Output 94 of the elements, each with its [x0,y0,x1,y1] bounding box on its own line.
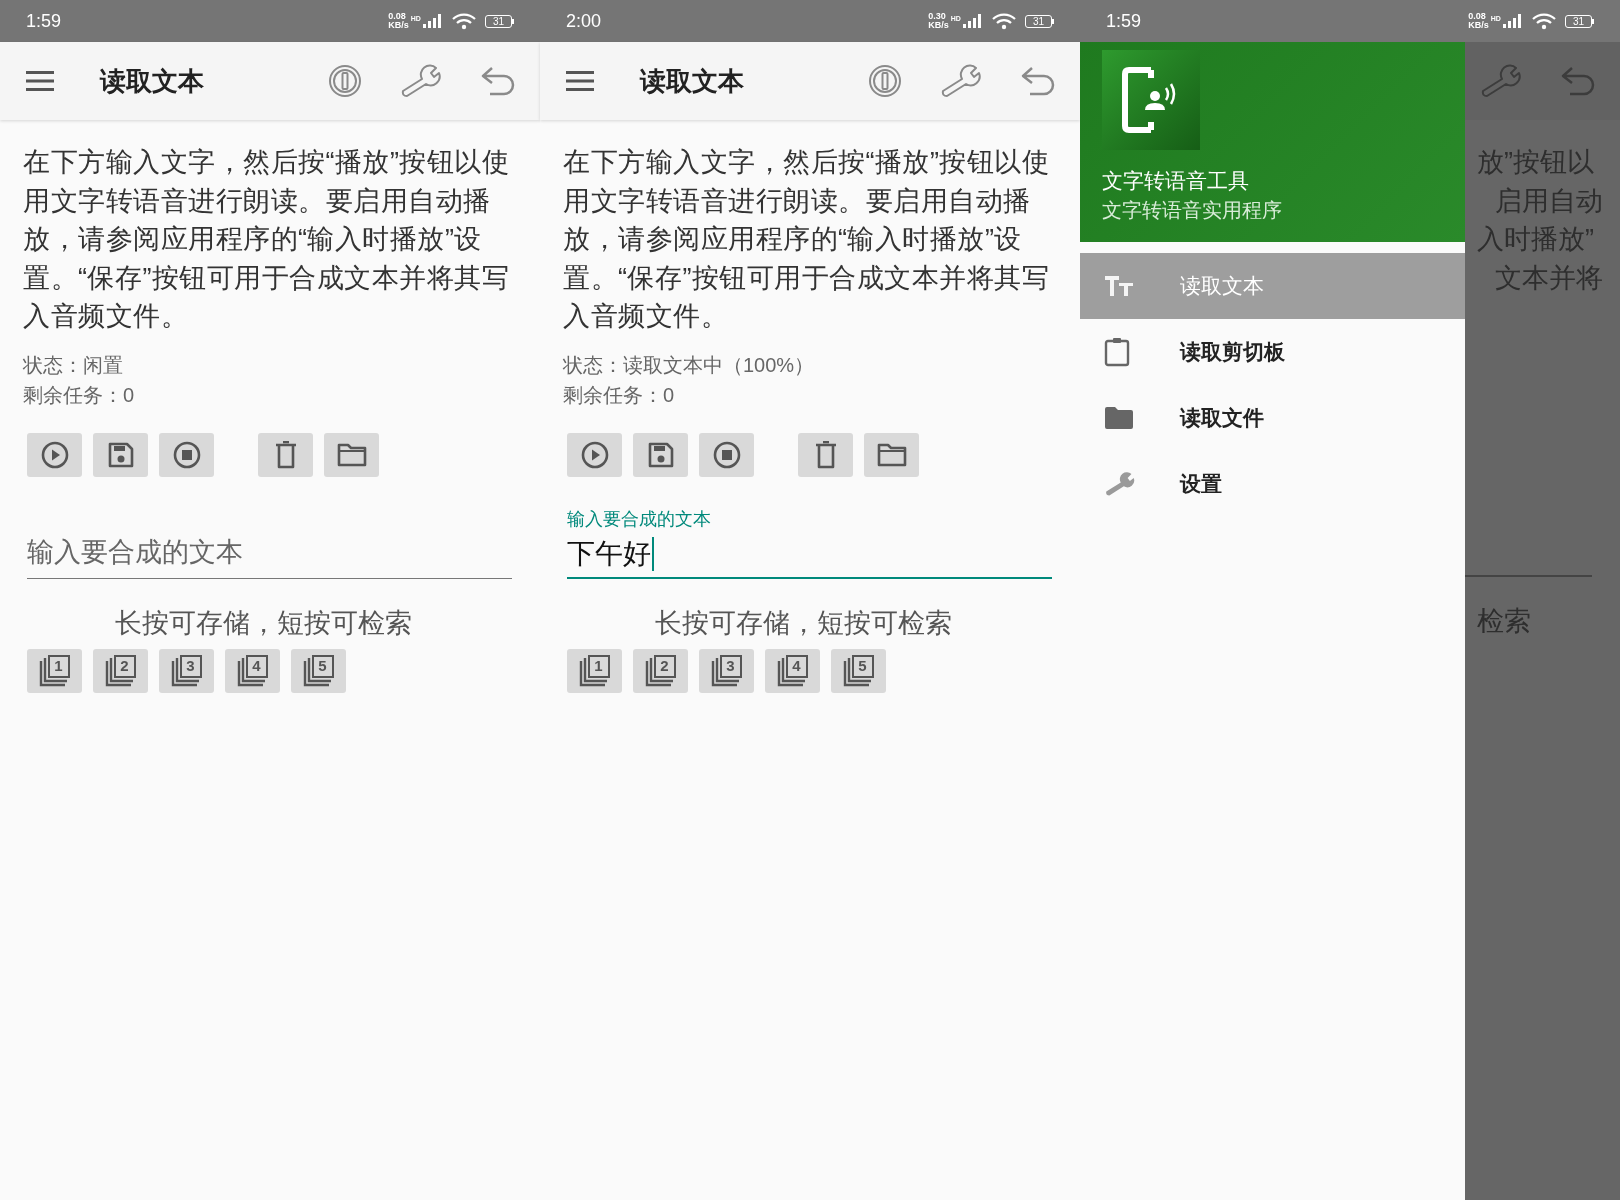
clock-time: 2:00 [566,9,602,33]
folder-icon [1104,406,1134,430]
folder-button[interactable] [864,432,919,477]
wrench-button[interactable] [940,64,982,98]
app-name: 文字转语音工具 [1102,168,1250,194]
memory-slot-button[interactable]: 3 [159,649,214,693]
folder-icon [336,442,367,467]
remaining-tasks-text: 剩余任务：0 [563,382,676,408]
info-icon [868,64,902,98]
field-placeholder: 输入要合成的文本 [27,535,244,569]
speed-unit: KB/s [928,21,949,30]
hint-fragment: 检索 [1476,604,1532,638]
instructions-fragment: 文本并将 [1494,261,1604,295]
save-button[interactable] [93,432,148,477]
save-icon [107,441,134,468]
memory-slot-button[interactable]: 1 [27,649,82,693]
wifi-icon [450,12,477,30]
play-button[interactable] [567,432,622,477]
memory-slot-button[interactable]: 4 [765,649,820,693]
instructions-fragment: 放”按钮以 [1477,146,1595,179]
memory-slot-button[interactable]: 5 [291,649,346,693]
trash-button[interactable] [798,432,853,477]
folder-icon [876,442,907,467]
wrench-icon [1104,471,1136,497]
instructions-text: 在下方输入文字，然后按“播放”按钮以使用文字转语音进行朗读。要启用自动播放，请参阅应用程序的“输入时播放”设置。“保存”按钮可用于合成文本并将其写入音频文件。 [563,146,1051,333]
trash-icon [814,440,837,469]
field-label: 输入要合成的文本 [567,507,712,531]
play-icon [40,440,69,469]
undo-icon [1020,65,1056,97]
slot-hint-text: 长按可存储，短按可检索 [115,606,413,640]
clock-time: 1:59 [1106,9,1142,33]
network-speed: 0.08 [388,12,407,21]
drawer-item[interactable]: 读取剪切板 [1080,319,1465,385]
undo-button[interactable] [1020,65,1056,97]
wrench-button[interactable] [400,64,442,98]
drawer-item[interactable]: 读取文本 [1080,253,1465,319]
memory-slot-button[interactable]: 5 [831,649,886,693]
battery-indicator: 31 [1024,14,1052,28]
stop-icon [712,440,741,469]
info-button[interactable] [328,64,362,98]
save-icon [647,441,674,468]
undo-icon [1560,65,1596,97]
field-value: 下午好 [567,536,651,571]
play-icon [580,440,609,469]
stop-icon [172,440,201,469]
menu-button[interactable] [25,69,55,93]
info-icon [328,64,362,98]
clock-time: 1:59 [26,9,62,33]
status-text: 状态：闲置 [23,352,124,378]
drawer-item[interactable]: 读取文件 [1080,385,1465,451]
folder-button[interactable] [324,432,379,477]
text-input-field[interactable]: 输入要合成的文本 [27,488,512,579]
screen-title: 读取文本 [100,64,204,98]
undo-icon [480,65,516,97]
memory-slot-button[interactable]: 2 [93,649,148,693]
memory-slot-button[interactable]: 3 [699,649,754,693]
menu-icon [566,70,594,92]
remaining-tasks-text: 剩余任务：0 [23,382,136,408]
menu-button[interactable] [565,69,595,93]
trash-icon [274,440,297,469]
stop-button[interactable] [159,432,214,477]
text-size-icon [1104,275,1134,297]
battery-indicator: 31 [484,14,512,28]
app-subtitle: 文字转语音实用程序 [1102,198,1283,223]
battery-indicator: 31 [1564,14,1592,28]
text-input-field[interactable]: 输入要合成的文本 下午好 [567,488,1052,579]
play-button[interactable] [27,432,82,477]
memory-slot-button[interactable]: 4 [225,649,280,693]
text-cursor [652,536,654,571]
network-speed: 0.30 [928,12,947,21]
instructions-fragment: 启用自动 [1494,184,1604,218]
screen-title: 读取文本 [640,64,744,98]
memory-slot-button[interactable]: 2 [633,649,688,693]
trash-button[interactable] [258,432,313,477]
slot-hint-text: 长按可存储，短按可检索 [655,606,953,640]
speed-unit: KB/s [1468,21,1489,30]
drawer-item[interactable]: 设置 [1080,451,1465,517]
save-button[interactable] [633,432,688,477]
status-text: 状态：读取文本中（100%） [563,352,816,378]
stop-button[interactable] [699,432,754,477]
info-button[interactable] [868,64,902,98]
speed-unit: KB/s [388,21,409,30]
wrench-icon [940,64,982,98]
network-speed: 0.08 [1468,12,1487,21]
wrench-icon [1480,64,1522,98]
wifi-icon [990,12,1017,30]
wrench-icon [400,64,442,98]
wifi-icon [1530,12,1557,30]
menu-icon [26,70,54,92]
undo-button[interactable] [480,65,516,97]
instructions-fragment: 入时播放” [1477,223,1595,256]
instructions-text: 在下方输入文字，然后按“播放”按钮以使用文字转语音进行朗读。要启用自动播放，请参阅应用程序的“输入时播放”设置。“保存”按钮可用于合成文本并将其写入音频文件。 [23,146,511,333]
clipboard-icon [1104,337,1130,367]
memory-slot-button[interactable]: 1 [567,649,622,693]
